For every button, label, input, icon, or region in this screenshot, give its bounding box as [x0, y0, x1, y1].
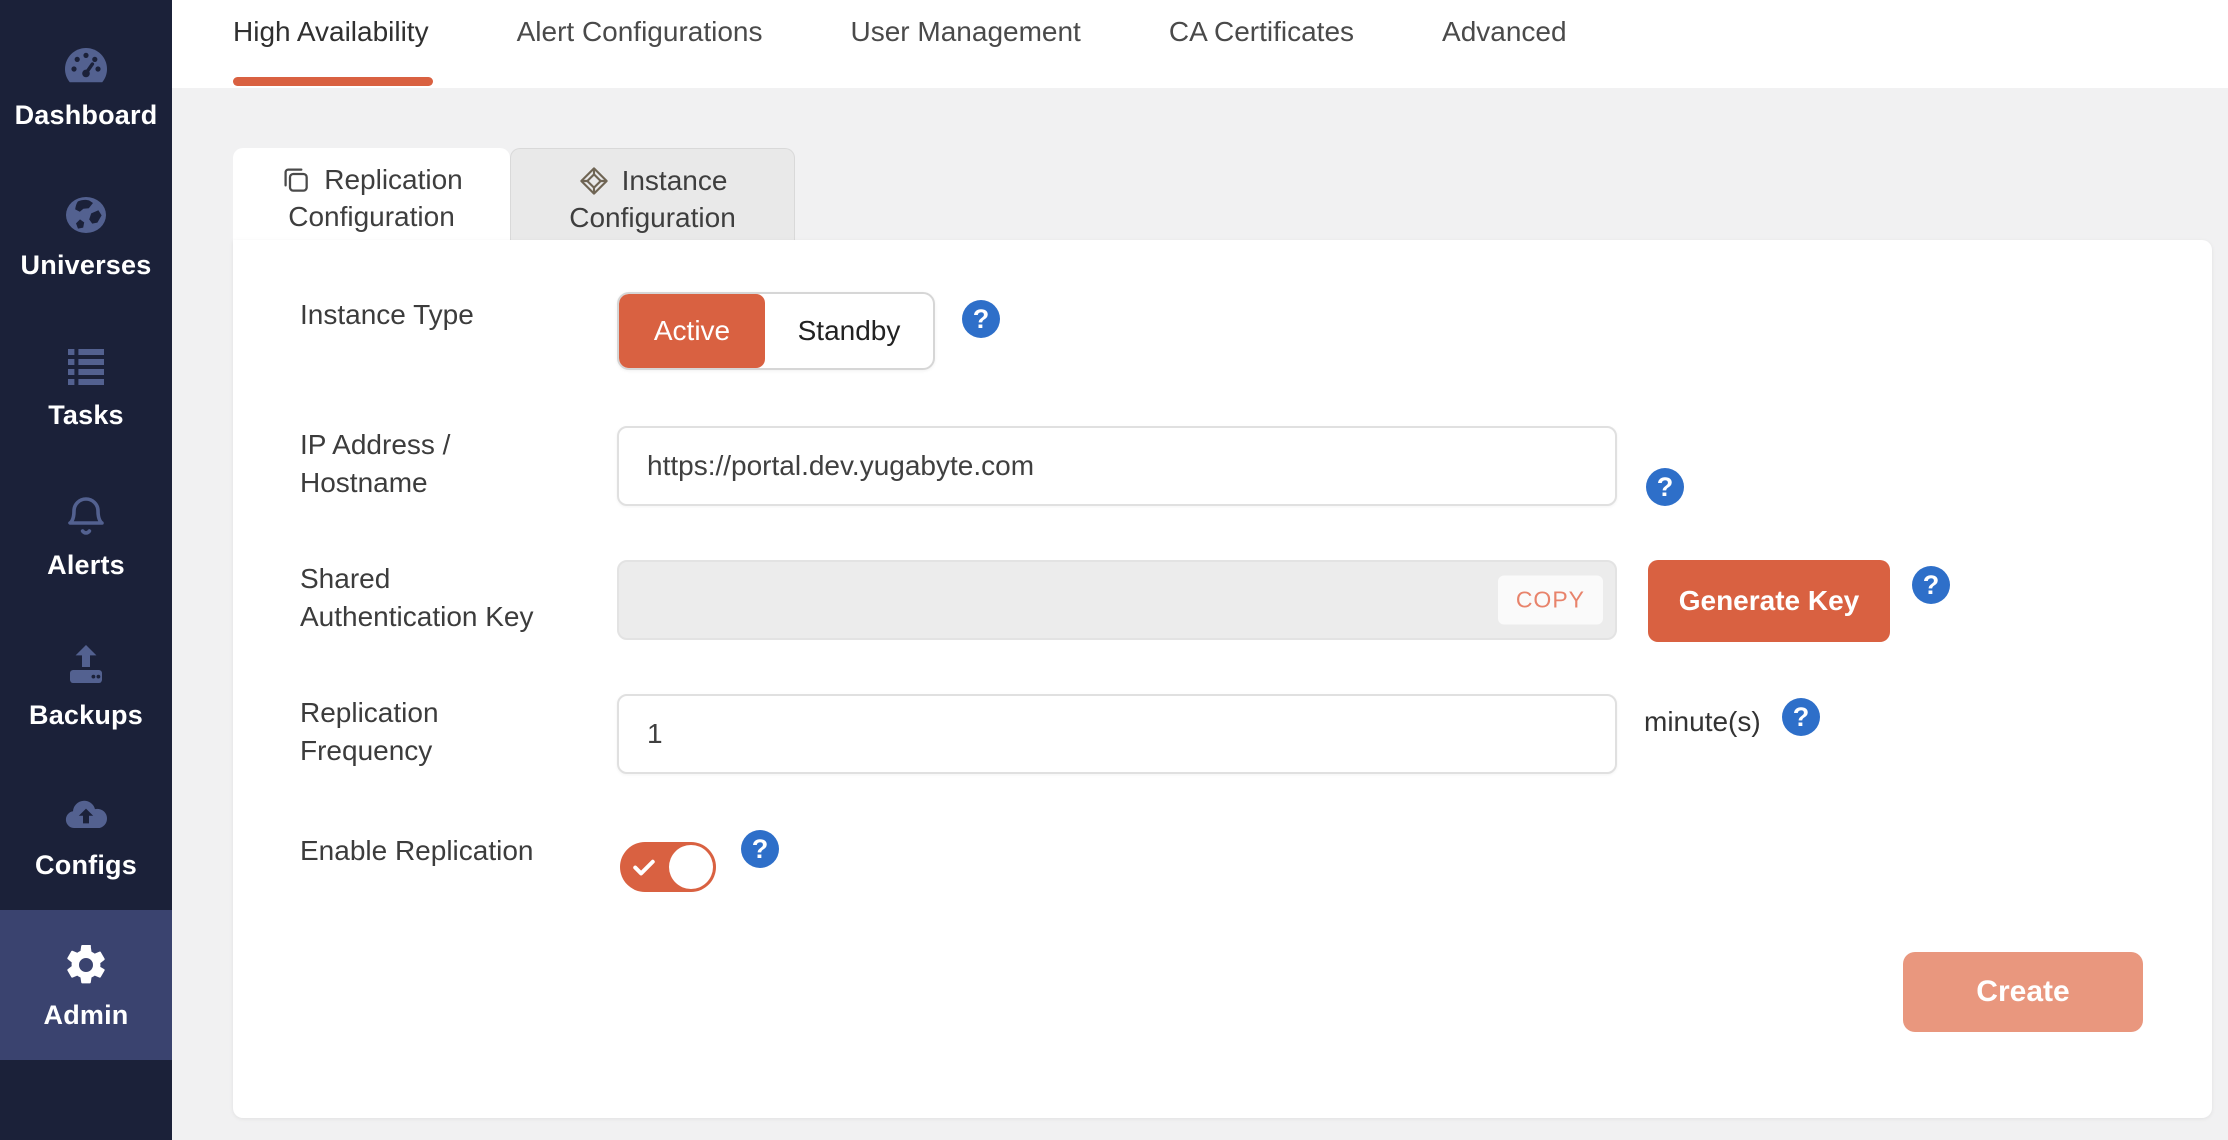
sidebar-item-label: Admin — [43, 999, 129, 1030]
subtab-label-top: Instance — [621, 165, 728, 196]
help-icon[interactable]: ? — [741, 830, 779, 868]
sidebar-item-dashboard[interactable]: Dashboard — [0, 10, 172, 160]
sidebar-item-label: Alerts — [47, 549, 125, 580]
subtab-label-top: Replication — [324, 164, 463, 195]
help-icon[interactable]: ? — [1646, 468, 1684, 506]
gear-icon — [61, 940, 111, 990]
tab-ca-certificates[interactable]: CA Certificates — [1169, 0, 1354, 88]
replication-frequency-input[interactable] — [617, 694, 1617, 774]
content-area: Replication Configuration Instance Confi… — [172, 88, 2228, 1140]
sidebar-item-admin[interactable]: Admin — [0, 910, 172, 1060]
tab-user-management[interactable]: User Management — [851, 0, 1081, 88]
sidebar-item-universes[interactable]: Universes — [0, 160, 172, 310]
ip-address-label: IP Address / Hostname — [300, 429, 451, 498]
create-button[interactable]: Create — [1903, 952, 2143, 1032]
ip-address-input[interactable] — [617, 426, 1617, 506]
enable-replication-toggle[interactable] — [620, 842, 716, 892]
replication-frequency-label: Replication Frequency — [300, 697, 439, 766]
shared-key-label: Shared Authentication Key — [300, 563, 534, 632]
task-list-icon — [61, 340, 111, 390]
instance-type-label: Instance Type — [300, 299, 474, 330]
admin-tab-bar: High Availability Alert Configurations U… — [172, 0, 2228, 88]
tab-label: High Availability — [233, 16, 429, 47]
sidebar-item-alerts[interactable]: Alerts — [0, 460, 172, 610]
subtab-instance-configuration[interactable]: Instance Configuration — [510, 148, 795, 240]
sidebar-item-tasks[interactable]: Tasks — [0, 310, 172, 460]
replication-configuration-form: Instance Type Active Standby ? IP Addres… — [233, 240, 2212, 1118]
copy-button[interactable]: COPY — [1497, 575, 1603, 625]
subtab-replication-configuration[interactable]: Replication Configuration — [233, 148, 510, 240]
sidebar-item-label: Configs — [35, 849, 137, 880]
tab-label: Alert Configurations — [516, 16, 763, 47]
subtabs: Replication Configuration Instance Confi… — [233, 148, 795, 240]
shared-key-input — [617, 560, 1617, 640]
tab-high-availability[interactable]: High Availability — [233, 0, 433, 88]
help-icon[interactable]: ? — [1912, 566, 1950, 604]
copy-icon — [280, 164, 312, 196]
bell-icon — [61, 490, 111, 540]
globe-icon — [61, 190, 111, 240]
check-icon — [630, 853, 658, 881]
tab-label: Advanced — [1442, 16, 1567, 47]
sidebar-item-backups[interactable]: Backups — [0, 610, 172, 760]
shared-key-field: COPY — [617, 560, 1617, 640]
sidebar: Dashboard Universes Tasks Alerts Backups — [0, 0, 172, 1140]
gauge-icon — [61, 40, 111, 90]
instance-type-toggle: Active Standby — [617, 292, 935, 370]
frequency-unit-label: minute(s) — [1644, 706, 1761, 737]
toggle-knob — [669, 845, 713, 889]
tab-label: CA Certificates — [1168, 16, 1355, 47]
backup-upload-icon — [61, 640, 111, 690]
instance-type-option-standby[interactable]: Standby — [765, 294, 933, 368]
sidebar-item-label: Universes — [20, 249, 152, 280]
enable-replication-label: Enable Replication — [300, 835, 534, 866]
tab-advanced[interactable]: Advanced — [1442, 0, 1567, 88]
subtab-label-bottom: Configuration — [569, 202, 736, 233]
admin-high-availability-page: Dashboard Universes Tasks Alerts Backups — [0, 0, 2228, 1140]
instance-type-option-active[interactable]: Active — [619, 294, 765, 368]
sidebar-item-label: Tasks — [48, 399, 124, 430]
tab-alert-configurations[interactable]: Alert Configurations — [517, 0, 763, 88]
subtab-label-bottom: Configuration — [288, 201, 455, 232]
cloud-upload-icon — [61, 790, 111, 840]
help-icon[interactable]: ? — [1782, 698, 1820, 736]
help-icon[interactable]: ? — [962, 300, 1000, 338]
cube-icon — [578, 165, 610, 197]
sidebar-item-label: Backups — [29, 699, 143, 730]
sidebar-item-configs[interactable]: Configs — [0, 760, 172, 910]
generate-key-button[interactable]: Generate Key — [1648, 560, 1890, 642]
tab-label: User Management — [850, 16, 1081, 47]
sidebar-item-label: Dashboard — [14, 99, 158, 130]
